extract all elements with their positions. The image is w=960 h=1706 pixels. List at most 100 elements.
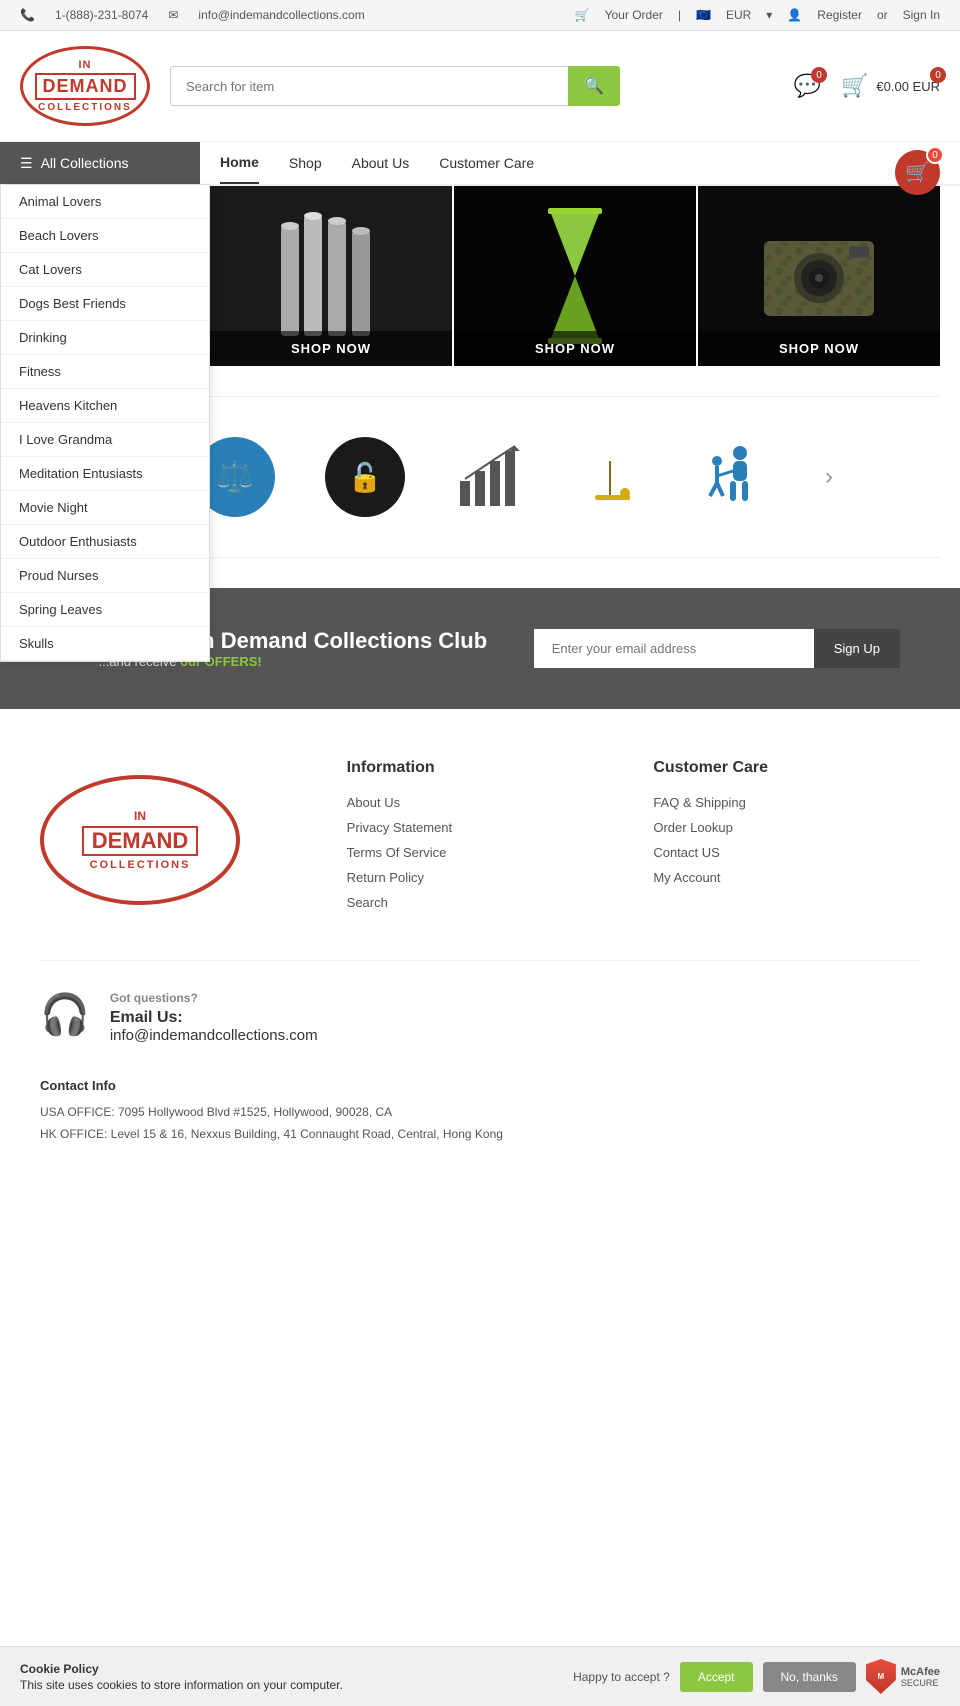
- footer-order-lookup[interactable]: Order Lookup: [653, 820, 920, 835]
- footer-logo-wrap: IN DEMAND COLLECTIONS: [40, 759, 307, 920]
- logo-line3: COLLECTIONS: [35, 102, 136, 113]
- footer: IN DEMAND COLLECTIONS Information About …: [0, 709, 960, 1176]
- nav-about[interactable]: About Us: [352, 143, 410, 183]
- happy-accept-label: Happy to accept ?: [573, 1670, 670, 1684]
- menu-item-drinking[interactable]: Drinking: [1, 321, 209, 355]
- footer-information: Information About Us Privacy Statement T…: [347, 759, 614, 920]
- menu-item-i-love-grandma[interactable]: I Love Grandma: [1, 423, 209, 457]
- menu-item-proud-nurses[interactable]: Proud Nurses: [1, 559, 209, 593]
- footer-return-policy[interactable]: Return Policy: [347, 870, 614, 885]
- menu-item-fitness[interactable]: Fitness: [1, 355, 209, 389]
- contact-info-section: Contact Info USA OFFICE: 7095 Hollywood …: [40, 1074, 920, 1146]
- newsletter-email-input[interactable]: [534, 629, 814, 668]
- logo-wrap[interactable]: IN DEMAND COLLECTIONS: [20, 46, 150, 126]
- footer-faq[interactable]: FAQ & Shipping: [653, 795, 920, 810]
- phone-number: 1-(888)-231-8074: [55, 8, 148, 22]
- contact-address-2: HK OFFICE: Level 15 & 16, Nexxus Buildin…: [40, 1124, 920, 1146]
- wishlist-icon-wrap[interactable]: 💬 0: [794, 73, 821, 99]
- growth-chart-icon: [455, 441, 525, 514]
- floating-cart[interactable]: 🛒 0: [895, 150, 940, 195]
- cookie-bar: Cookie Policy This site uses cookies to …: [0, 1646, 960, 1706]
- lock-icon: 🔓: [348, 461, 383, 494]
- menu-item-animal-lovers[interactable]: Animal Lovers: [1, 185, 209, 219]
- nav-home[interactable]: Home: [220, 142, 259, 184]
- cookie-description: This site uses cookies to store informat…: [20, 1678, 343, 1692]
- email-us-label: Email Us:: [110, 1009, 318, 1027]
- footer-logo-in: IN: [82, 809, 199, 823]
- nav-bar: ☰ All Collections Animal Lovers Beach Lo…: [0, 142, 960, 186]
- cookie-decline-button[interactable]: No, thanks: [763, 1662, 856, 1692]
- footer-search[interactable]: Search: [347, 895, 614, 910]
- next-arrow[interactable]: ›: [815, 453, 843, 501]
- footer-customer-care: Customer Care FAQ & Shipping Order Looku…: [653, 759, 920, 920]
- search-button[interactable]: 🔍: [568, 66, 620, 106]
- menu-item-skulls[interactable]: Skulls: [1, 627, 209, 661]
- signin-link[interactable]: Sign In: [903, 8, 940, 22]
- menu-icon: ☰: [20, 155, 33, 172]
- menu-item-heavens-kitchen[interactable]: Heavens Kitchen: [1, 389, 209, 423]
- product-grid: SHOP NOW SHOP NOW: [210, 186, 940, 366]
- shop-now-3[interactable]: SHOP NOW: [698, 331, 940, 366]
- product-card-1: SHOP NOW: [210, 186, 452, 366]
- footer-top: IN DEMAND COLLECTIONS Information About …: [40, 759, 920, 920]
- floating-cart-icon: 🛒: [905, 160, 930, 185]
- top-bar-left: 📞 1-(888)-231-8074 ✉ info@indemandcollec…: [20, 8, 365, 22]
- wishlist-badge: 0: [811, 67, 827, 83]
- cookie-title: Cookie Policy: [20, 1662, 573, 1676]
- collections-label: All Collections: [41, 155, 129, 171]
- menu-item-outdoor[interactable]: Outdoor Enthusiasts: [1, 525, 209, 559]
- shop-now-2[interactable]: SHOP NOW: [454, 331, 696, 366]
- footer-logo: IN DEMAND COLLECTIONS: [40, 775, 240, 905]
- collections-dropdown: Animal Lovers Beach Lovers Cat Lovers Do…: [0, 184, 210, 662]
- logo-line1: IN: [35, 59, 136, 71]
- menu-item-cat-lovers[interactable]: Cat Lovers: [1, 253, 209, 287]
- footer-my-account[interactable]: My Account: [653, 870, 920, 885]
- logo: IN DEMAND COLLECTIONS: [20, 46, 150, 126]
- footer-contact-us[interactable]: Contact US: [653, 845, 920, 860]
- cookie-accept-button[interactable]: Accept: [680, 1662, 753, 1692]
- menu-item-meditation[interactable]: Meditation Entusiasts: [1, 457, 209, 491]
- cart-badge: 0: [930, 67, 946, 83]
- beach-relaxing-icon: [575, 441, 645, 514]
- register-link[interactable]: Register: [817, 8, 862, 22]
- your-order-link[interactable]: Your Order: [605, 8, 663, 22]
- mcafee-shield-icon: M: [866, 1659, 896, 1694]
- menu-item-dogs-best-friends[interactable]: Dogs Best Friends: [1, 287, 209, 321]
- footer-privacy[interactable]: Privacy Statement: [347, 820, 614, 835]
- footer-logo-collections: COLLECTIONS: [82, 859, 199, 871]
- lock-icon-circle: 🔓: [325, 437, 405, 517]
- got-questions-text: Got questions?: [110, 991, 318, 1005]
- top-bar: 📞 1-(888)-231-8074 ✉ info@indemandcollec…: [0, 0, 960, 31]
- flag-icon: 🇪🇺: [696, 8, 711, 22]
- cart-icon: 🛒: [841, 73, 868, 99]
- mcafee-label: McAfee: [901, 1666, 940, 1678]
- contact-info-heading: Contact Info: [40, 1074, 920, 1097]
- footer-contact: 🎧 Got questions? Email Us: info@indemand…: [40, 960, 920, 1044]
- mcafee-sub: SECURE: [901, 1678, 940, 1688]
- collections-button[interactable]: ☰ All Collections: [0, 142, 200, 184]
- customer-care-heading: Customer Care: [653, 759, 920, 777]
- user-icon: 👤: [787, 8, 802, 22]
- search-wrap: 🔍: [170, 66, 620, 106]
- shop-now-1[interactable]: SHOP NOW: [210, 331, 452, 366]
- footer-logo-demand: DEMAND: [92, 830, 189, 852]
- search-input[interactable]: [170, 66, 568, 106]
- footer-about-us[interactable]: About Us: [347, 795, 614, 810]
- cart-icon-wrap[interactable]: 🛒 0 €0.00 EUR: [841, 73, 940, 99]
- divider: |: [678, 8, 681, 22]
- menu-item-movie-night[interactable]: Movie Night: [1, 491, 209, 525]
- information-heading: Information: [347, 759, 614, 777]
- person-helping-icon: [695, 441, 765, 514]
- nav-shop[interactable]: Shop: [289, 143, 322, 183]
- menu-item-beach-lovers[interactable]: Beach Lovers: [1, 219, 209, 253]
- email-link[interactable]: info@indemandcollections.com: [198, 8, 364, 22]
- currency-selector[interactable]: EUR: [726, 8, 751, 22]
- top-bar-right: 🛒 Your Order | 🇪🇺 EUR ▾ 👤 Register or Si…: [575, 8, 940, 22]
- newsletter-signup-button[interactable]: Sign Up: [814, 629, 900, 668]
- menu-item-spring-leaves[interactable]: Spring Leaves: [1, 593, 209, 627]
- order-icon: 🛒: [575, 8, 590, 22]
- contact-email: info@indemandcollections.com: [110, 1027, 318, 1044]
- cart-total: €0.00 EUR: [876, 79, 940, 94]
- footer-terms[interactable]: Terms Of Service: [347, 845, 614, 860]
- nav-customer-care[interactable]: Customer Care: [439, 143, 534, 183]
